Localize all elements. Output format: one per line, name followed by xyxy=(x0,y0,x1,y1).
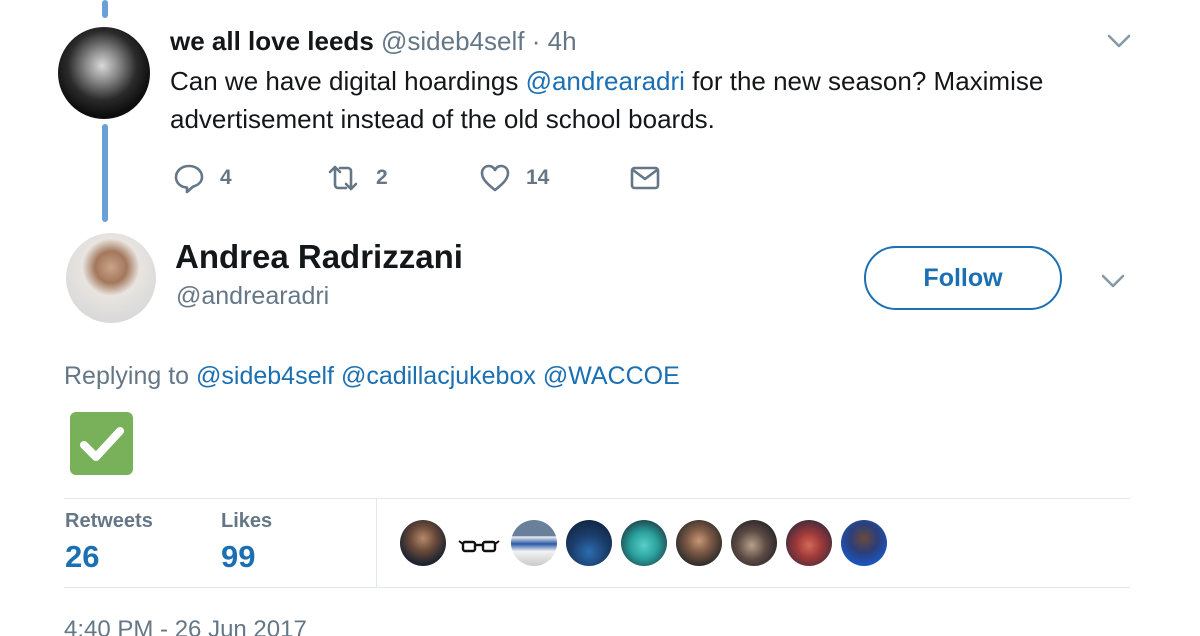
mention-link[interactable]: @cadillacjukebox xyxy=(341,362,536,390)
like-count: 14 xyxy=(526,166,550,189)
likes-label: Likes xyxy=(221,510,273,532)
mention-link[interactable]: @andrearadri xyxy=(526,66,685,96)
divider xyxy=(64,498,1130,499)
chevron-down-icon[interactable] xyxy=(1100,272,1126,290)
like-button[interactable]: 14 xyxy=(478,160,549,196)
likes-count: 99 xyxy=(221,539,256,574)
liker-avatar[interactable] xyxy=(400,520,446,566)
replying-to-label: Replying to xyxy=(64,362,190,390)
liker-avatar[interactable] xyxy=(786,520,832,566)
liker-avatar[interactable] xyxy=(841,520,887,566)
liker-avatar[interactable] xyxy=(621,520,667,566)
liker-avatar[interactable] xyxy=(511,520,557,566)
retweet-button[interactable]: 2 xyxy=(324,160,388,196)
glasses-icon xyxy=(458,540,500,553)
author-handle[interactable]: @andrearadri xyxy=(176,282,329,311)
follow-button[interactable]: Follow xyxy=(864,246,1062,310)
reply-button[interactable]: 4 xyxy=(172,160,232,196)
display-name[interactable]: we all love leeds xyxy=(170,26,374,56)
divider xyxy=(376,498,377,587)
tweet-actions: 4 2 14 xyxy=(172,160,692,196)
tweet-timestamp[interactable]: 4:40 PM - 26 Jun 2017 xyxy=(64,616,307,636)
avatar[interactable] xyxy=(66,233,156,323)
envelope-icon xyxy=(628,161,662,195)
liker-avatar[interactable] xyxy=(731,520,777,566)
chevron-down-icon[interactable] xyxy=(1106,32,1132,50)
retweets-label: Retweets xyxy=(65,510,153,532)
mention-link[interactable]: @WACCOE xyxy=(543,362,680,390)
retweets-count: 26 xyxy=(65,539,100,574)
mention-link[interactable]: @sideb4self xyxy=(196,362,334,390)
thread-line xyxy=(102,124,108,222)
likes-stat[interactable]: Likes 99 xyxy=(221,510,272,575)
time-ago[interactable]: 4h xyxy=(548,26,577,56)
liker-avatar[interactable] xyxy=(676,520,722,566)
retweet-count: 2 xyxy=(376,166,388,189)
retweets-stat[interactable]: Retweets 26 xyxy=(65,510,153,575)
check-mark-emoji xyxy=(70,412,133,475)
reply-count: 4 xyxy=(220,166,232,189)
replying-to: Replying to @sideb4self @cadillacjukebox… xyxy=(64,362,680,391)
author-name[interactable]: Andrea Radrizzani xyxy=(175,238,463,276)
separator: · xyxy=(531,26,541,56)
direct-message-button[interactable] xyxy=(628,160,662,196)
tweet-text-part: Can we have digital hoardings xyxy=(170,66,526,96)
avatar[interactable] xyxy=(58,27,150,119)
tweet-text: Can we have digital hoardings @andrearad… xyxy=(170,62,1110,138)
retweet-icon xyxy=(324,161,362,195)
divider xyxy=(64,587,1130,588)
liker-avatar[interactable] xyxy=(566,520,612,566)
thread-line xyxy=(102,0,108,18)
reply-icon xyxy=(172,161,206,195)
user-handle[interactable]: @sideb4self xyxy=(381,26,524,56)
liker-avatar[interactable] xyxy=(456,520,502,566)
heart-icon xyxy=(478,161,512,195)
tweet-header: we all love leeds @sideb4self · 4h xyxy=(170,26,577,56)
